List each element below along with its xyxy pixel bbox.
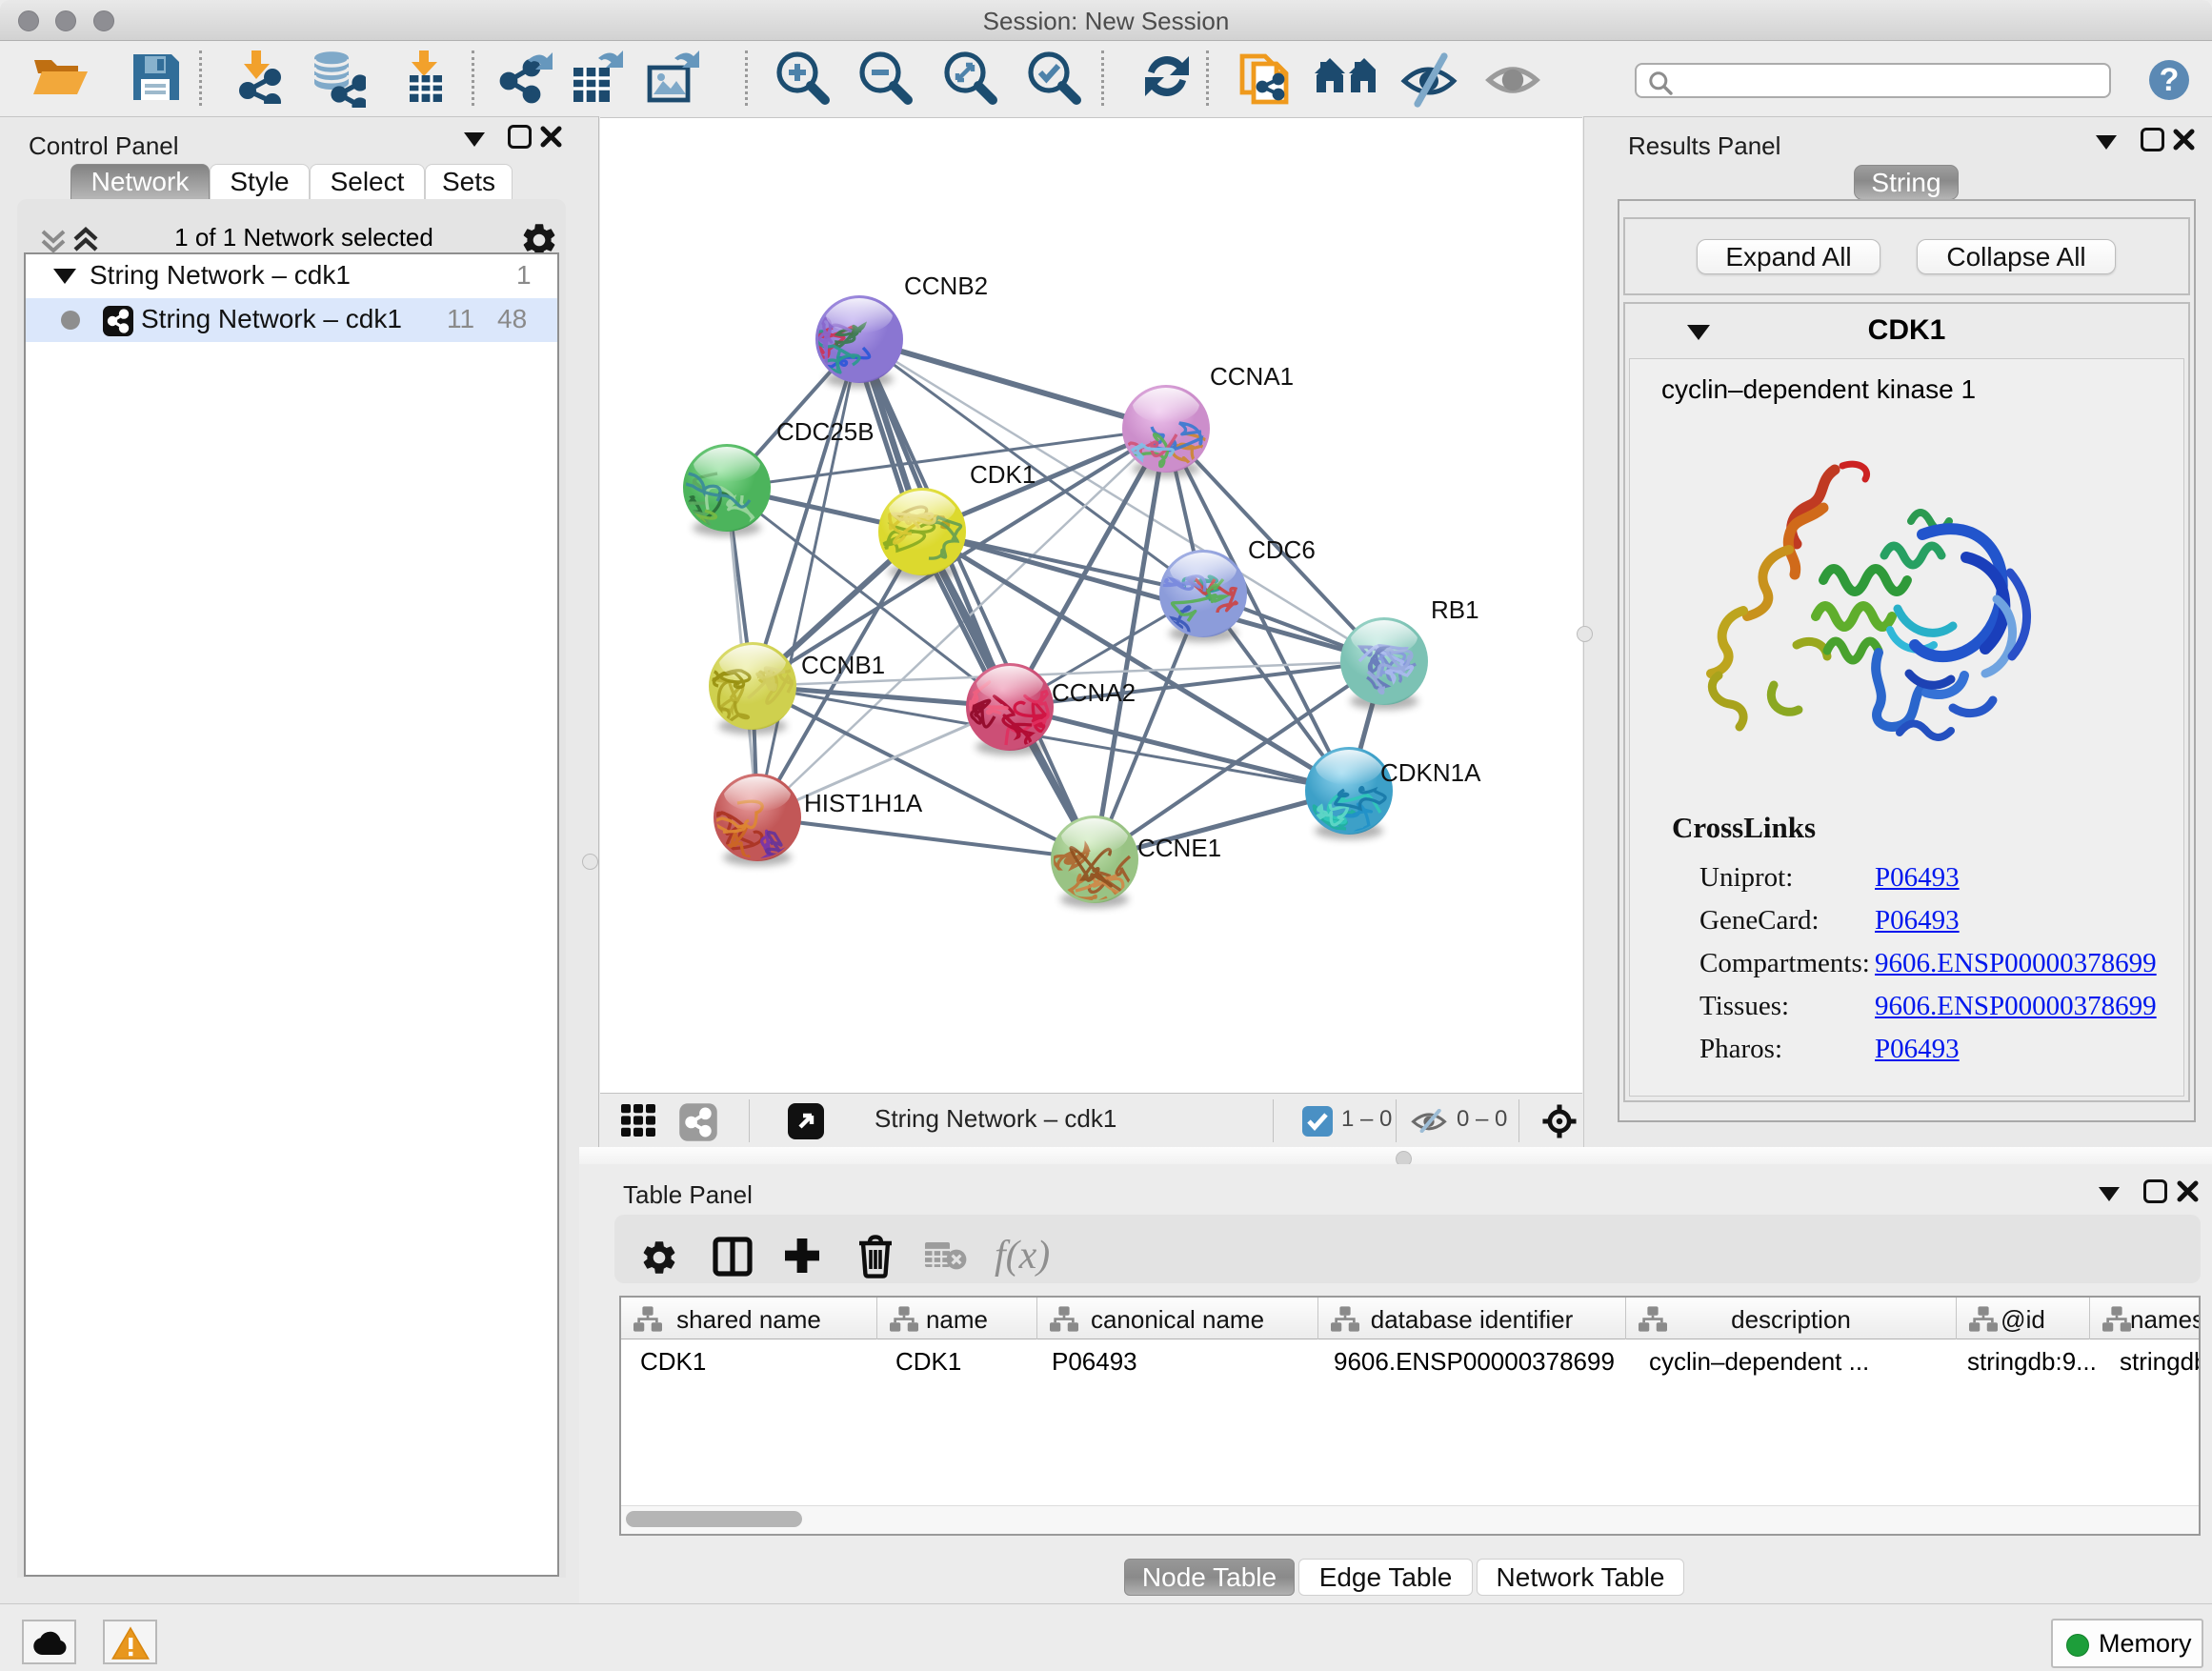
svg-text:RB1: RB1 [1431,595,1479,624]
svg-text:CDKN1A: CDKN1A [1380,758,1481,787]
svg-text:CCNB2: CCNB2 [904,272,988,300]
svg-text:CCNA1: CCNA1 [1210,362,1294,391]
svg-text:CDC6: CDC6 [1248,535,1316,564]
svg-text:CCNE1: CCNE1 [1137,834,1221,862]
svg-text:HIST1H1A: HIST1H1A [804,789,923,817]
svg-text:CDK1: CDK1 [970,460,1036,489]
svg-text:CCNB1: CCNB1 [801,651,885,679]
svg-text:CCNA2: CCNA2 [1052,678,1136,707]
svg-text:CDC25B: CDC25B [776,417,875,446]
